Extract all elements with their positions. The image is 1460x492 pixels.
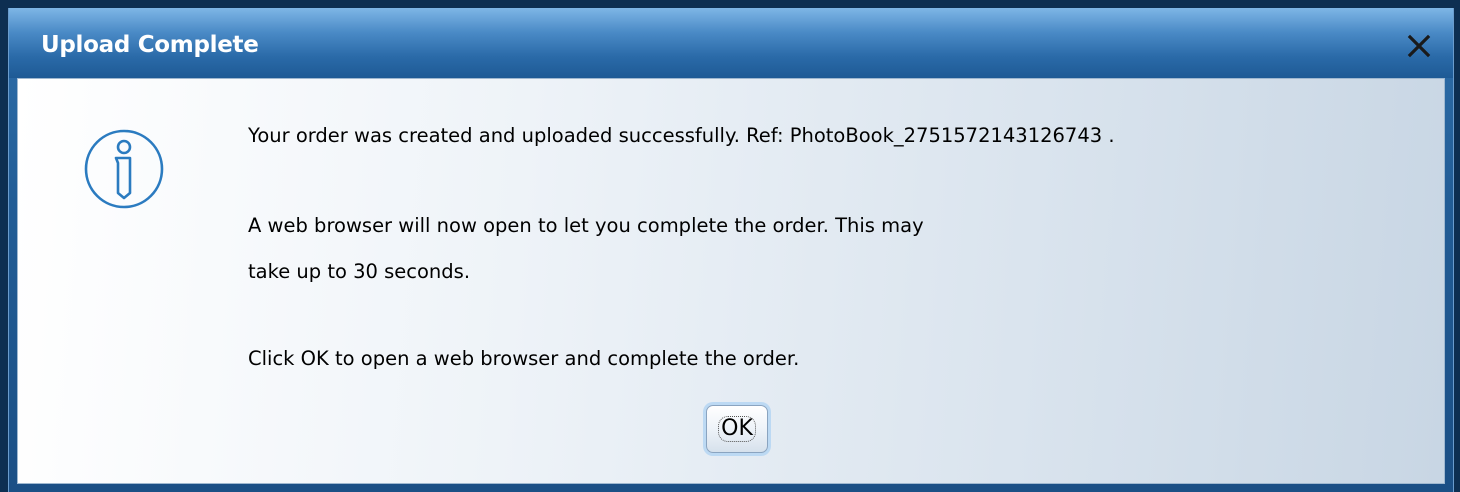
dialog-title: Upload Complete — [41, 32, 259, 58]
info-icon — [84, 129, 164, 209]
message-line-4: Click OK to open a web browser and compl… — [248, 347, 800, 370]
dialog-content: Your order was created and uploaded succ… — [17, 78, 1445, 484]
message-line-3: take up to 30 seconds. — [248, 260, 471, 283]
ok-button[interactable]: OK — [706, 405, 768, 453]
close-button[interactable] — [1401, 28, 1437, 64]
message-line-2: A web browser will now open to let you c… — [248, 214, 924, 237]
upload-complete-dialog: Upload Complete Your order was created a… — [8, 8, 1454, 492]
close-icon — [1407, 34, 1431, 58]
ok-button-label: OK — [718, 416, 756, 442]
dialog-titlebar[interactable]: Upload Complete — [9, 8, 1453, 78]
message-line-1: Your order was created and uploaded succ… — [248, 124, 1115, 147]
